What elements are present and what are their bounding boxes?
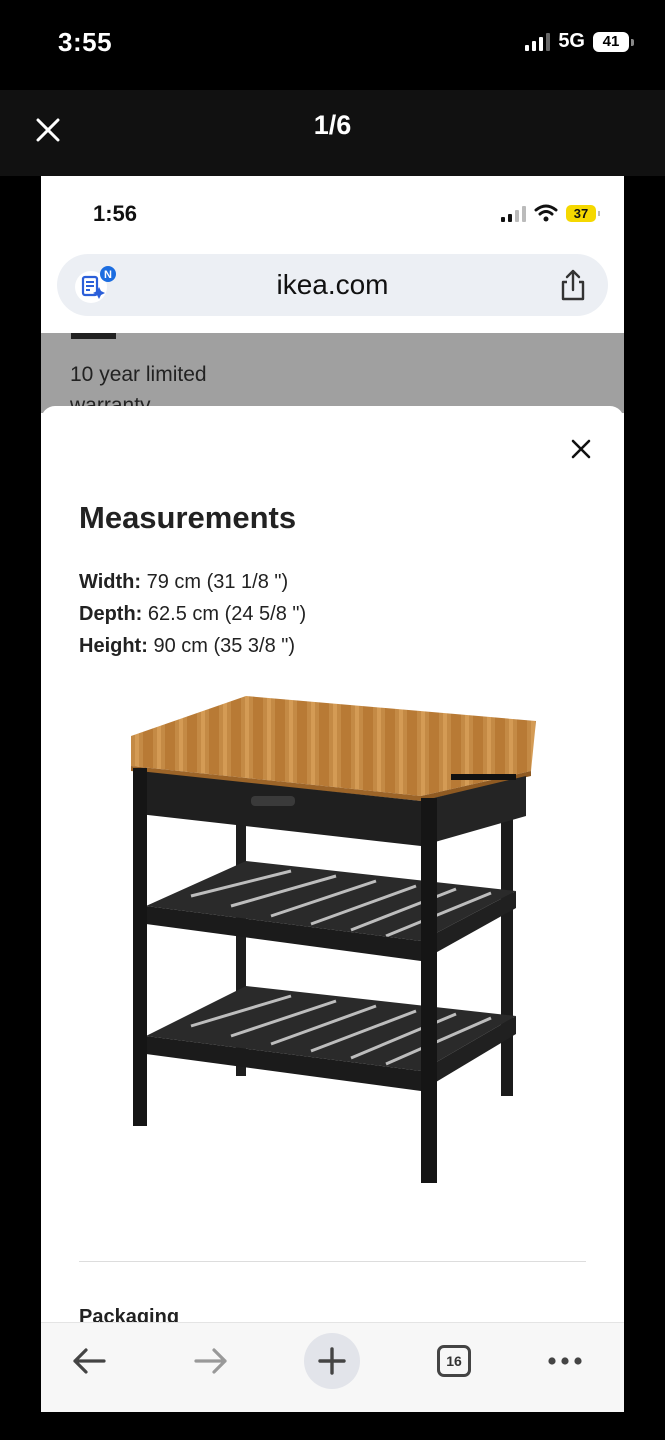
outer-status-time: 3:55	[58, 27, 113, 57]
sheet-title: Measurements	[79, 500, 297, 535]
inner-status-time: 1:56	[93, 201, 138, 226]
close-icon	[571, 439, 591, 459]
dimmed-page-content: 10 year limited warranty	[41, 333, 624, 413]
new-tab-button[interactable]	[304, 1333, 360, 1389]
divider-bar	[71, 333, 116, 339]
spec-label: Depth:	[79, 603, 143, 625]
battery-icon: 37	[566, 204, 600, 222]
measurement-width: Width: 79 cm (31 1/8 ")	[79, 566, 306, 598]
screenshot-image: 1:56 37 N ikea.com 10 year limited warra…	[41, 176, 624, 1412]
cellular-signal-icon	[525, 32, 551, 51]
share-button[interactable]	[558, 268, 588, 302]
spec-value: 62.5 cm (24 5/8 ")	[147, 603, 307, 625]
battery-level: 37	[573, 205, 589, 221]
more-menu-button[interactable]	[537, 1333, 593, 1389]
tab-count-badge: 16	[437, 1345, 471, 1377]
forward-button[interactable]	[183, 1333, 239, 1389]
spec-label: Width:	[79, 571, 142, 593]
battery-level: 41	[602, 33, 620, 50]
battery-icon: 41	[593, 31, 634, 52]
spec-label: Height:	[79, 635, 148, 657]
close-sheet-button[interactable]	[568, 436, 594, 462]
measurement-depth: Depth: 62.5 cm (24 5/8 ")	[79, 598, 306, 630]
inner-status-bar: 1:56 37	[41, 176, 624, 246]
measurement-height: Height: 90 cm (35 3/8 ")	[79, 630, 306, 662]
outer-status-indicators: 5G 41	[525, 30, 634, 53]
plus-icon	[318, 1347, 346, 1375]
image-counter: 1/6	[313, 110, 352, 140]
back-button[interactable]	[61, 1333, 117, 1389]
arrow-right-icon	[194, 1348, 227, 1374]
share-icon	[561, 269, 585, 301]
cellular-signal-icon	[501, 204, 526, 222]
section-divider	[79, 1261, 586, 1262]
warranty-text: 10 year limited warranty	[70, 363, 207, 413]
browser-toolbar: 16	[41, 1322, 624, 1412]
image-viewer-header: 1/6	[0, 90, 665, 176]
measurements-sheet: Measurements Width: 79 cm (31 1/8 ") Dep…	[41, 406, 624, 1328]
kitchen-island-image	[131, 696, 536, 1183]
address-bar[interactable]: N ikea.com	[57, 254, 608, 316]
arrow-left-icon	[73, 1348, 106, 1374]
more-dots-icon	[548, 1357, 582, 1365]
measurement-list: Width: 79 cm (31 1/8 ") Depth: 62.5 cm (…	[79, 566, 306, 662]
outer-status-bar: 3:55 5G 41	[0, 0, 665, 90]
network-type: 5G	[558, 30, 585, 52]
tab-switcher-button[interactable]: 16	[426, 1333, 482, 1389]
spec-value: 79 cm (31 1/8 ")	[146, 571, 289, 593]
spec-value: 90 cm (35 3/8 ")	[153, 635, 296, 657]
url-text: ikea.com	[276, 269, 389, 300]
inner-status-indicators: 37	[501, 204, 600, 222]
wifi-icon	[534, 204, 558, 222]
